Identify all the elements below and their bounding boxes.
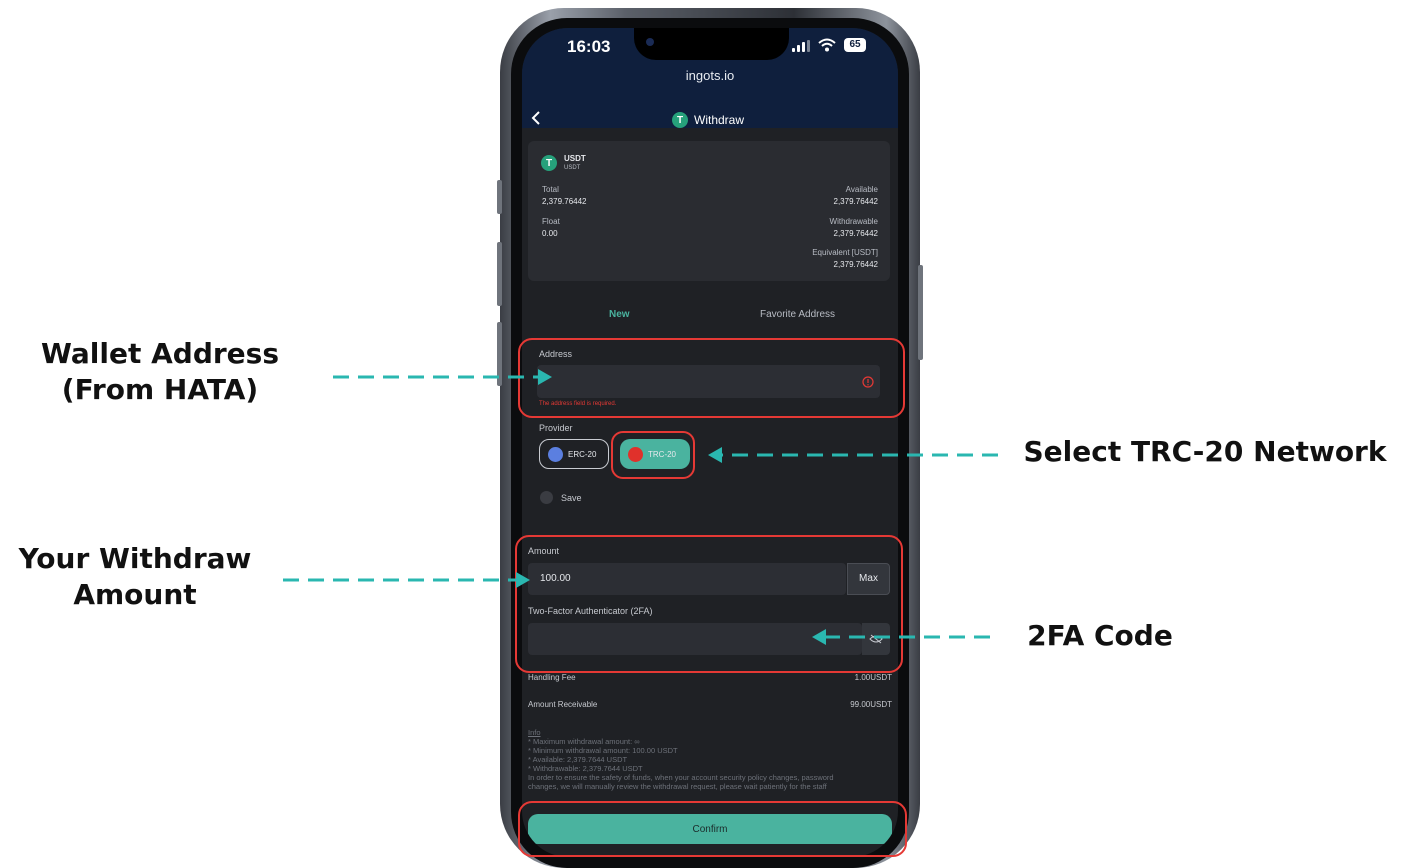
arrow-2fa-code bbox=[812, 629, 990, 645]
